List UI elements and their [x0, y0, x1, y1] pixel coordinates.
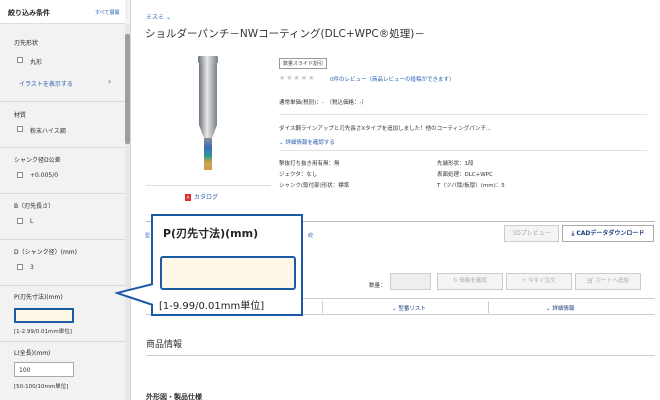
add-to-cart-button[interactable]: 🛒 カートへ追加: [575, 273, 641, 290]
tab-model-list[interactable]: ⌄ 型番リスト: [392, 304, 426, 312]
product-description: ダイス鋼ラインアップと刃先長さXタイプを追加しました！他のコーティングパンチ..…: [279, 126, 492, 132]
divider: [279, 150, 647, 151]
checkbox-label: L: [30, 218, 34, 225]
checkbox-label: 3: [30, 264, 34, 271]
filter-blade-shape: 刃先形状 丸形 イラストを表示する ›: [0, 24, 125, 102]
checkbox[interactable]: [17, 57, 23, 63]
l-dimension-input[interactable]: 100: [14, 362, 74, 377]
quantity-input[interactable]: [390, 273, 431, 290]
checkbox[interactable]: [17, 218, 23, 224]
product-main: ミスミ ⌄ ショルダーパンチ－NWコーティング(DLC+WPC®処理)－ A カ…: [131, 0, 660, 400]
callout-pointer: [115, 283, 154, 306]
tab-detail-info[interactable]: ⌄ 詳細情報: [546, 304, 574, 312]
filter-material: 材質 粉末ハイス鋼: [0, 102, 125, 148]
product-image: [146, 48, 271, 186]
cart-icon: 🛒: [587, 278, 596, 284]
callout-hint: [1-9.99/0.01mm単位]: [159, 301, 265, 312]
checkbox[interactable]: [17, 126, 23, 132]
sidebar-scrollbar[interactable]: [125, 24, 130, 400]
divider: [279, 114, 647, 115]
filter-sidebar: 絞り込み条件 すべて展開 刃先形状 丸形 イラストを表示する › 材質 粉末ハイ…: [0, 0, 131, 400]
p-dimension-input[interactable]: [14, 308, 74, 323]
spec-item: シャンク(取付部)形状：標準: [279, 183, 350, 189]
filter-p-dimension: P(刃先寸法)(mm) [1-2.99/0.01mm単位]: [0, 286, 125, 342]
spec-item: 撃抜打ち抜き用有無：無: [279, 161, 340, 167]
filter-l-dimension: L(全長)(mm) 100 [50-100/10mm単位]: [0, 342, 125, 400]
input-hint: [50-100/10mm単位]: [14, 384, 69, 390]
checkbox-label: +0.005/0: [30, 172, 59, 179]
scroll-thumb[interactable]: [125, 34, 130, 144]
checkbox-label: 粉末ハイス鋼: [30, 128, 66, 135]
catalog-link[interactable]: A カタログ: [185, 192, 218, 201]
divider: [488, 301, 489, 313]
punch-illustration: [198, 56, 218, 170]
filter-title: 絞り込み条件: [8, 9, 50, 17]
detail-info-link[interactable]: ⌄ 詳細情報を確認する: [279, 138, 335, 146]
price-text: 通常単価(税別)：- （税込価格：-）: [279, 100, 368, 106]
chevron-down-icon: ⌄: [165, 14, 171, 21]
filter-label: 刃先形状: [14, 40, 39, 47]
review-link[interactable]: 0件のレビュー（商品レビューの投稿ができます）: [330, 75, 455, 83]
filter-header: 絞り込み条件 すべて展開: [0, 0, 125, 24]
filter-label: シャンク径D公差: [14, 157, 61, 164]
spec-item: ジェクタ：なし: [279, 172, 318, 178]
spec-item: 先端形状：1段: [437, 161, 474, 167]
page-title: ショルダーパンチ－NWコーティング(DLC+WPC®処理)－: [145, 28, 425, 40]
spec-item: 表面処理：DLC+WPC: [437, 172, 493, 178]
quantity-label: 数量：: [369, 283, 386, 289]
pdf-icon: A: [185, 194, 191, 201]
spec-item: T（ツバ厚/板厚）(mm)：5: [437, 183, 505, 189]
callout-title: P(刃先寸法)(mm): [163, 227, 259, 240]
filter-label: 材質: [14, 112, 27, 119]
filter-label: P(刃先寸法)(mm): [14, 294, 63, 301]
checkbox[interactable]: [17, 172, 23, 178]
filter-label: L(全長)(mm): [14, 350, 51, 357]
confirm-price-button[interactable]: ↻ 価格を確認: [437, 273, 503, 290]
chevron-right-icon[interactable]: ›: [108, 77, 111, 86]
filter-b-dimension: B（刃先長さ） L: [0, 194, 125, 240]
input-hint: [1-2.99/0.01mm単位]: [14, 329, 72, 335]
section-title: 商品情報: [146, 340, 183, 350]
3d-preview-button[interactable]: 3Dプレビュー: [504, 225, 559, 242]
filter-d-dimension: D（シャンク径）(mm) 3: [0, 240, 125, 286]
divider: [146, 355, 655, 356]
checkbox-label: 丸形: [30, 59, 43, 66]
checkbox[interactable]: [17, 264, 23, 270]
breadcrumb[interactable]: ミスミ ⌄: [146, 12, 171, 21]
tab-label-fragment[interactable]: 型: [145, 232, 150, 239]
zoom-callout: P(刃先寸法)(mm) [1-9.99/0.01mm単位]: [151, 214, 303, 316]
divider: [322, 301, 323, 313]
filter-label: D（シャンク径）(mm): [14, 249, 77, 256]
expand-all-link[interactable]: すべて展開: [95, 9, 119, 16]
filter-shank-tolerance: シャンク径D公差 +0.005/0: [0, 148, 125, 194]
show-illustration-link[interactable]: イラストを表示する: [19, 79, 73, 88]
callout-p-input[interactable]: [160, 256, 296, 290]
rating-stars: ★★★★★: [279, 74, 316, 82]
cad-download-button[interactable]: ⤓ CADデータダウンロード: [562, 225, 654, 242]
filter-label: B（刃先長さ）: [14, 203, 55, 210]
outline-spec-title: 外形図・製品仕様: [146, 393, 202, 400]
order-now-button[interactable]: ⚡ 今すぐ注文: [506, 273, 572, 290]
volume-discount-badge: 数量スライド割引: [279, 58, 328, 69]
tab-label-fragment[interactable]: 絞: [308, 232, 313, 239]
